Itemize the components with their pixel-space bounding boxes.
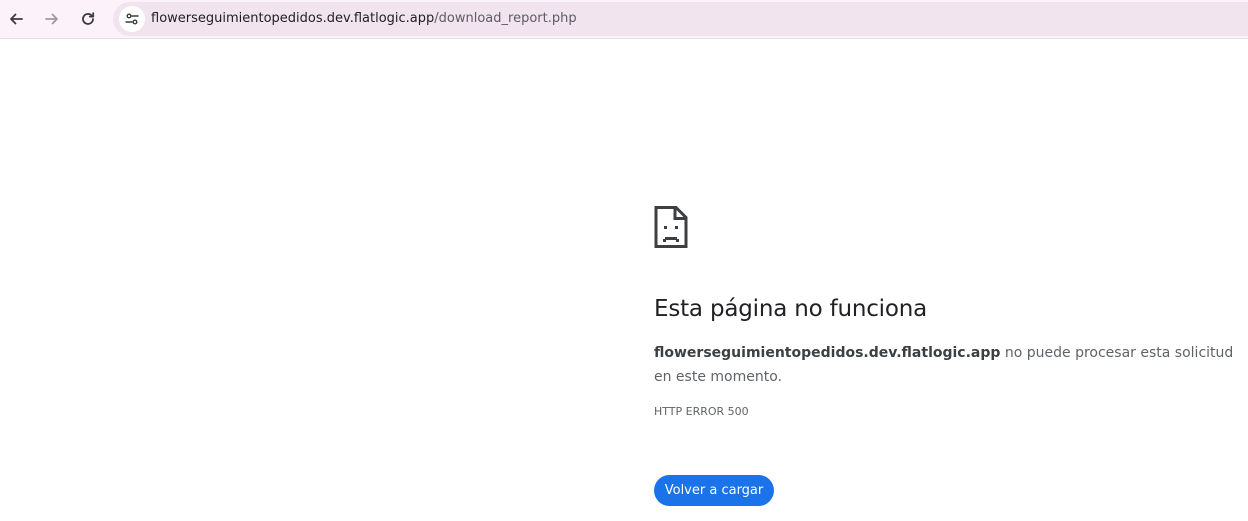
reload-button[interactable]: Volver a cargar <box>654 475 774 506</box>
url-path: /download_report.php <box>434 11 577 26</box>
reload-icon <box>82 12 95 25</box>
url-host: flowerseguimientopedidos.dev.flatlogic.a… <box>151 11 435 26</box>
address-bar[interactable]: flowerseguimientopedidos.dev.flatlogic.a… <box>113 2 1248 36</box>
sad-document-icon <box>654 206 688 248</box>
arrow-left-icon <box>10 13 23 25</box>
browser-toolbar: flowerseguimientopedidos.dev.flatlogic.a… <box>0 0 1248 39</box>
reload-page-button[interactable] <box>74 5 102 33</box>
error-code: HTTP ERROR 500 <box>654 405 749 418</box>
forward-button[interactable] <box>38 5 66 33</box>
arrow-right-icon <box>45 13 58 25</box>
tune-icon <box>125 13 139 25</box>
error-domain: flowerseguimientopedidos.dev.flatlogic.a… <box>654 345 1001 361</box>
site-info-button[interactable] <box>119 6 145 32</box>
page-title: Esta página no funciona <box>654 296 927 322</box>
back-button[interactable] <box>2 5 30 33</box>
url-text[interactable]: flowerseguimientopedidos.dev.flatlogic.a… <box>151 11 577 27</box>
error-message: flowerseguimientopedidos.dev.flatlogic.a… <box>654 341 1246 389</box>
